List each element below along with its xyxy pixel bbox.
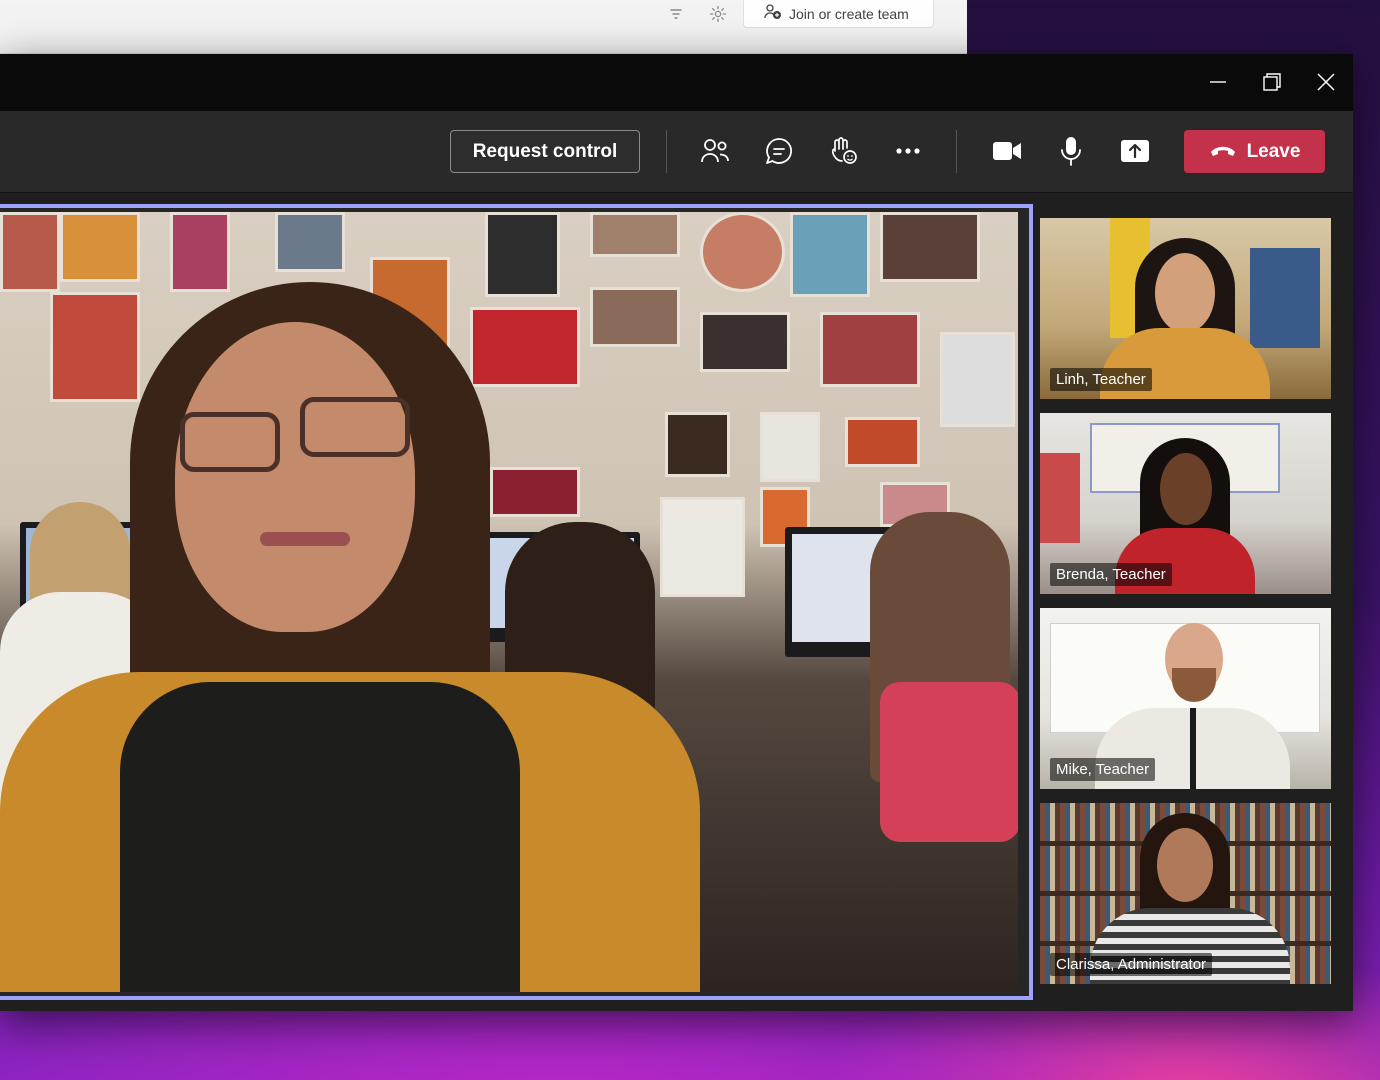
wall-poster xyxy=(760,412,820,482)
wall-poster xyxy=(700,212,785,292)
mic-icon[interactable] xyxy=(1053,133,1089,169)
wall-poster xyxy=(790,212,870,297)
student-silhouette xyxy=(880,682,1018,842)
tile-background-detail xyxy=(1040,453,1080,543)
participant-face xyxy=(1157,828,1213,902)
minimize-icon[interactable] xyxy=(1205,69,1231,95)
active-speaker-tile[interactable] xyxy=(0,204,1033,1000)
wall-poster xyxy=(170,212,230,292)
participant-name: Clarissa, Administrator xyxy=(1050,953,1213,976)
wall-poster xyxy=(490,467,580,517)
wall-poster xyxy=(665,412,730,477)
wall-poster xyxy=(845,417,920,467)
participant-tile[interactable]: Clarissa, Administrator xyxy=(1040,803,1331,984)
wall-poster xyxy=(0,212,60,292)
speaker-face xyxy=(175,322,415,632)
join-or-create-team-button[interactable]: Join or create team xyxy=(743,0,934,28)
participant-tile[interactable]: Brenda, Teacher xyxy=(1040,413,1331,594)
request-control-button[interactable]: Request control xyxy=(450,130,640,173)
meeting-window: Request control Leave Linh, Teacher Bren… xyxy=(0,54,1353,1011)
wall-poster xyxy=(50,292,140,402)
wall-poster xyxy=(275,212,345,272)
meeting-toolbar: Request control Leave xyxy=(0,111,1353,193)
toolbar-divider xyxy=(666,130,667,173)
more-icon[interactable] xyxy=(890,133,926,169)
toolbar-divider xyxy=(956,130,957,173)
participant-face xyxy=(1155,253,1215,333)
active-speaker-video xyxy=(0,212,1018,992)
participant-name: Mike, Teacher xyxy=(1050,758,1156,781)
wall-poster xyxy=(590,212,680,257)
participant-tile[interactable]: Mike, Teacher xyxy=(1040,608,1331,789)
leave-button[interactable]: Leave xyxy=(1184,130,1325,173)
people-icon[interactable] xyxy=(697,133,733,169)
share-icon[interactable] xyxy=(1117,133,1153,169)
wall-poster xyxy=(470,307,580,387)
wall-poster xyxy=(660,497,745,597)
hang-up-icon xyxy=(1209,141,1237,163)
wall-poster xyxy=(880,212,980,282)
participant-face xyxy=(1160,453,1212,525)
participant-name: Brenda, Teacher xyxy=(1050,563,1172,586)
camera-icon[interactable] xyxy=(989,133,1025,169)
participant-tile[interactable]: Linh, Teacher xyxy=(1040,218,1331,399)
leave-button-label: Leave xyxy=(1246,140,1301,162)
chat-icon[interactable] xyxy=(761,133,797,169)
background-teams-window: Join or create team xyxy=(0,0,967,54)
restore-icon[interactable] xyxy=(1259,69,1285,95)
wall-poster xyxy=(485,212,560,297)
speaker-glasses-right xyxy=(300,397,410,457)
filter-icon[interactable] xyxy=(665,3,687,25)
wall-poster xyxy=(590,287,680,347)
wall-poster xyxy=(60,212,140,282)
close-icon[interactable] xyxy=(1313,69,1339,95)
participant-lanyard xyxy=(1190,708,1196,789)
title-bar xyxy=(0,54,1353,111)
reactions-icon[interactable] xyxy=(825,133,861,169)
speaker-shirt xyxy=(120,682,520,992)
speaker-glasses-left xyxy=(180,412,280,472)
wall-poster xyxy=(940,332,1015,427)
wall-poster xyxy=(820,312,920,387)
join-team-icon xyxy=(763,3,783,24)
settings-icon[interactable] xyxy=(707,3,729,25)
speaker-mouth xyxy=(260,532,350,546)
tile-background-detail xyxy=(1250,248,1320,348)
participant-name: Linh, Teacher xyxy=(1050,368,1152,391)
join-button-label: Join or create team xyxy=(789,5,909,22)
wall-poster xyxy=(700,312,790,372)
meeting-stage: Linh, Teacher Brenda, Teacher Mike, Teac… xyxy=(0,194,1353,1011)
